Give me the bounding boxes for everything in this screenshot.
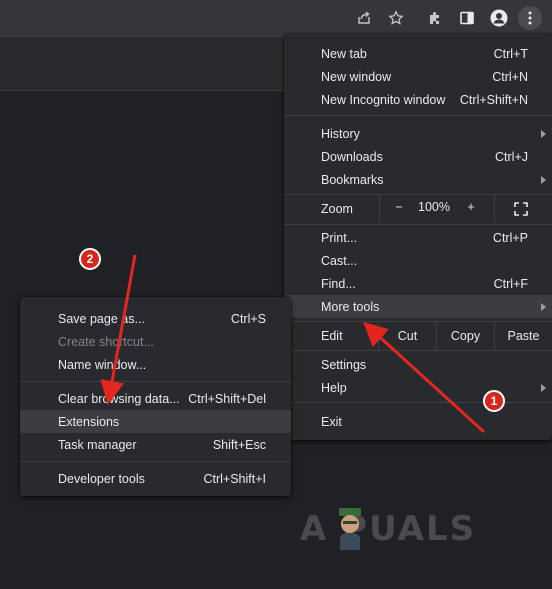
menu-item-new-tab[interactable]: New tab Ctrl+T [284, 42, 552, 65]
menu-item-label: New tab [321, 46, 367, 61]
menu-item-label: Help [321, 380, 347, 395]
menu-item-label: Extensions [58, 414, 120, 429]
menu-item-cast[interactable]: Cast... [284, 249, 552, 272]
step-badge-1: 1 [483, 390, 505, 412]
menu-item-label: Save page as... [58, 311, 145, 326]
menu-item-label: Settings [321, 357, 367, 372]
menu-separator [284, 224, 552, 225]
submenu-item-create-shortcut: Create shortcut... [20, 330, 291, 353]
watermark-text: A PUALS [300, 509, 477, 549]
menu-item-find[interactable]: Find... Ctrl+F [284, 272, 552, 295]
appuals-watermark: A PUALS [300, 507, 520, 551]
edit-row: Edit Cut Copy Paste [284, 322, 552, 350]
menu-item-label: Exit [321, 414, 342, 429]
share-icon[interactable] [352, 6, 376, 30]
menu-item-shortcut: Ctrl+Shift+I [203, 471, 266, 486]
submenu-arrow-icon [541, 384, 546, 392]
menu-separator [20, 381, 291, 382]
submenu-item-extensions[interactable]: Extensions [20, 410, 291, 433]
menu-item-shortcut: Ctrl+P [492, 230, 528, 245]
chrome-main-menu: New tab Ctrl+T New window Ctrl+N New Inc… [284, 34, 552, 440]
menu-item-label: More tools [321, 299, 380, 314]
menu-item-help[interactable]: Help [284, 376, 552, 399]
zoom-level: 100% [418, 200, 450, 214]
submenu-item-task-manager[interactable]: Task manager Shift+Esc [20, 433, 291, 456]
profile-icon[interactable] [487, 6, 511, 30]
menu-item-new-incognito-window[interactable]: New Incognito window Ctrl+Shift+N [284, 88, 552, 111]
menu-item-history[interactable]: History [284, 122, 552, 145]
menu-item-label: Developer tools [58, 471, 145, 486]
menu-item-new-window[interactable]: New window Ctrl+N [284, 65, 552, 88]
menu-item-shortcut: Ctrl+N [492, 69, 528, 84]
menu-item-label: Name window... [58, 357, 147, 372]
submenu-item-save-page[interactable]: Save page as... Ctrl+S [20, 307, 291, 330]
browser-toolbar [0, 0, 552, 36]
zoom-divider [379, 195, 380, 223]
paste-button[interactable]: Paste [494, 322, 552, 350]
menu-item-label: Create shortcut... [58, 334, 154, 349]
menu-item-label: Find... [321, 276, 356, 291]
menu-item-label: Task manager [58, 437, 137, 452]
submenu-arrow-icon [541, 303, 546, 311]
menu-item-print[interactable]: Print... Ctrl+P [284, 226, 552, 249]
edit-label: Edit [321, 329, 343, 343]
extensions-icon[interactable] [423, 6, 447, 30]
menu-item-label: New Incognito window [321, 92, 446, 107]
menu-item-shortcut: Ctrl+Shift+Del [188, 391, 266, 406]
submenu-arrow-icon [541, 130, 546, 138]
menu-item-settings[interactable]: Settings [284, 353, 552, 376]
submenu-item-clear-browsing-data[interactable]: Clear browsing data... Ctrl+Shift+Del [20, 387, 291, 410]
step-badge-2: 2 [79, 248, 101, 270]
zoom-divider [494, 195, 495, 223]
watermark-mascot-icon [339, 508, 361, 550]
menu-item-shortcut: Ctrl+S [230, 311, 266, 326]
zoom-label: Zoom [321, 202, 353, 216]
menu-separator [284, 350, 552, 351]
menu-item-label: History [321, 126, 360, 141]
menu-separator [284, 402, 552, 403]
menu-item-label: Print... [321, 230, 358, 245]
zoom-row: Zoom − 100% + [284, 195, 552, 223]
menu-item-exit[interactable]: Exit [284, 410, 552, 433]
menu-item-more-tools[interactable]: More tools [284, 295, 552, 318]
zoom-out-button[interactable]: − [392, 200, 406, 214]
menu-item-label: New window [321, 69, 392, 84]
side-panel-icon[interactable] [455, 6, 479, 30]
kebab-menu-icon[interactable] [518, 6, 542, 30]
step-number: 1 [490, 394, 498, 408]
fullscreen-icon[interactable] [514, 202, 528, 221]
menu-item-label: Cast... [321, 253, 358, 268]
menu-item-shortcut: Ctrl+F [493, 276, 528, 291]
star-icon[interactable] [384, 6, 408, 30]
menu-item-label: Downloads [321, 149, 383, 164]
more-tools-submenu: Save page as... Ctrl+S Create shortcut..… [20, 297, 291, 496]
submenu-item-name-window[interactable]: Name window... [20, 353, 291, 376]
menu-separator [284, 115, 552, 116]
cut-button[interactable]: Cut [378, 322, 436, 350]
menu-item-bookmarks[interactable]: Bookmarks [284, 168, 552, 191]
menu-item-shortcut: Shift+Esc [212, 437, 266, 452]
copy-button[interactable]: Copy [436, 322, 494, 350]
menu-item-downloads[interactable]: Downloads Ctrl+J [284, 145, 552, 168]
menu-item-label: Clear browsing data... [58, 391, 180, 406]
menu-item-shortcut: Ctrl+Shift+N [459, 92, 528, 107]
zoom-in-button[interactable]: + [464, 200, 478, 214]
menu-separator [20, 461, 291, 462]
submenu-arrow-icon [541, 176, 546, 184]
menu-item-label: Bookmarks [321, 172, 384, 187]
menu-item-shortcut: Ctrl+T [493, 46, 528, 61]
step-number: 2 [86, 252, 94, 266]
menu-item-shortcut: Ctrl+J [495, 149, 528, 164]
submenu-item-developer-tools[interactable]: Developer tools Ctrl+Shift+I [20, 467, 291, 490]
